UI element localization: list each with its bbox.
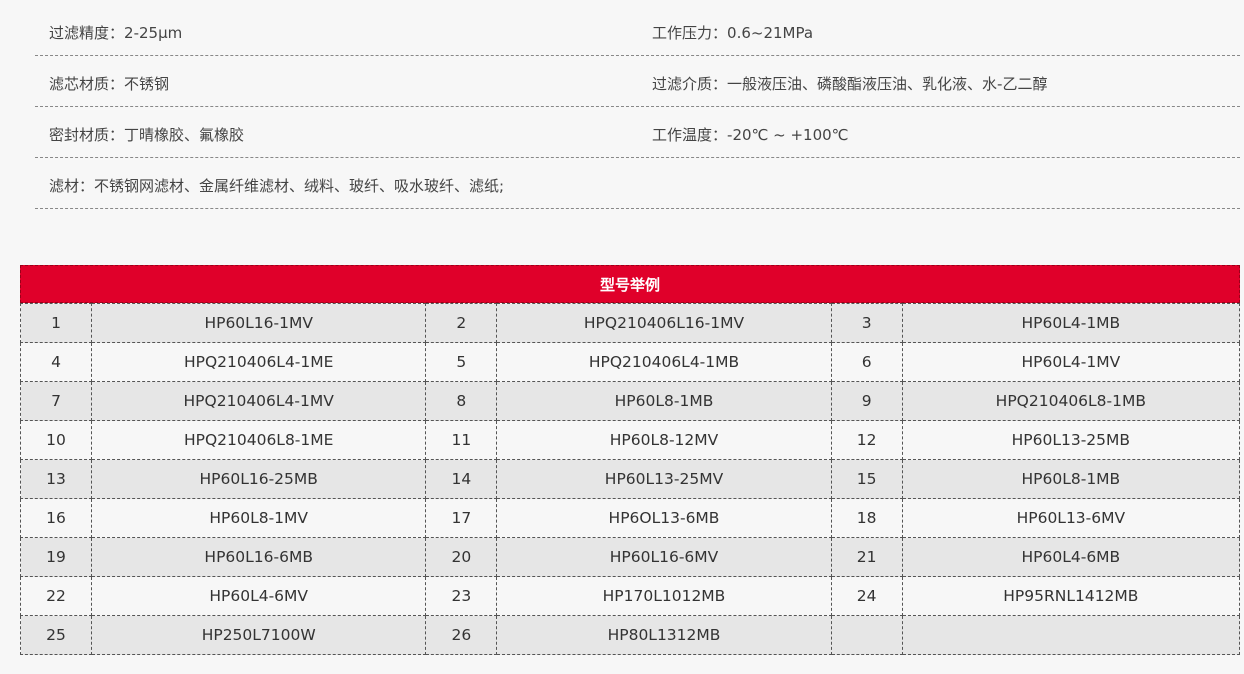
model-name-cell: HP80L1312MB [496,615,832,655]
model-name-cell: HP60L4-6MV [91,576,427,616]
model-name-cell: HPQ210406L8-1MB [901,381,1241,421]
model-name-cell: HP60L8-1MV [91,498,427,538]
spec-label: 过滤介质 [652,75,713,93]
model-name-cell: HP60L16-1MV [91,303,427,343]
spec-row: 滤芯材质：不锈钢 过滤介质：一般液压油、磷酸酯液压油、乳化液、水-乙二醇 [35,56,1240,107]
model-name-cell: HPQ210406L8-1ME [91,420,427,460]
model-number-cell: 1 [19,303,93,343]
model-number-cell: 15 [830,459,903,499]
spec-filter-medium: 过滤介质：一般液压油、磷酸酯液压油、乳化液、水-乙二醇 [652,73,1047,94]
spec-value: 2-25μm [124,24,183,42]
table-row: 1 HP60L16-1MV 2 HPQ210406L16-1MV 3 HP60L4-1MB [19,303,1241,343]
spec-label: 工作温度 [652,126,713,144]
spec-separator: ： [712,126,728,144]
model-number-cell: 4 [19,342,93,382]
table-row: 13 HP60L16-25MB 14 HP60L13-25MV 15 HP60L8-1MB [19,459,1241,499]
model-number-cell: 10 [19,420,93,460]
table-row: 16 HP60L8-1MV 17 HP6OL13-6MB 18 HP60L13-6MV [19,498,1241,538]
model-name-cell: HP60L4-1MB [901,303,1241,343]
model-number-cell: 26 [425,615,498,655]
table-row: 10 HPQ210406L8-1ME 11 HP60L8-12MV 12 HP60L13-… [19,420,1241,460]
spec-value: 一般液压油、磷酸酯液压油、乳化液、水-乙二醇 [727,75,1048,93]
model-number-cell: 12 [830,420,903,460]
spec-value: -20℃ ~ +100℃ [727,126,849,144]
spec-seal-material: 密封材质：丁晴橡胶、氟橡胶 [49,124,244,145]
spec-label: 工作压力 [652,24,713,42]
model-number-cell: 21 [830,537,903,577]
spec-value: 丁晴橡胶、氟橡胶 [124,126,245,144]
spec-filter-precision: 过滤精度：2-25μm [49,22,182,43]
model-name-cell: HP60L16-6MV [496,537,832,577]
model-number-cell: 9 [830,381,903,421]
model-number-cell: 20 [425,537,498,577]
table-row: 25 HP250L7100W 26 HP80L1312MB [19,615,1241,655]
table-row: 7 HPQ210406L4-1MV 8 HP60L8-1MB 9 HPQ210406L8-… [19,381,1241,421]
model-name-cell: HP60L4-6MB [901,537,1241,577]
spec-row: 过滤精度：2-25μm 工作压力：0.6~21MPa [35,5,1240,56]
models-title: 型号举例 [20,265,1240,303]
model-number-cell: 3 [830,303,903,343]
model-name-cell [901,615,1241,655]
model-name-cell: HP60L13-25MB [901,420,1241,460]
model-name-cell: HP60L13-6MV [901,498,1241,538]
model-number-cell: 14 [425,459,498,499]
model-name-cell: HP60L8-12MV [496,420,832,460]
model-number-cell: 16 [19,498,93,538]
spec-label: 滤芯材质 [49,75,110,93]
spec-element-material: 滤芯材质：不锈钢 [49,73,169,94]
model-name-cell: HP60L13-25MV [496,459,832,499]
model-number-cell: 23 [425,576,498,616]
model-number-cell: 5 [425,342,498,382]
model-number-cell: 17 [425,498,498,538]
model-name-cell: HP60L8-1MB [901,459,1241,499]
spec-label: 密封材质 [49,126,110,144]
model-name-cell: HP170L1012MB [496,576,832,616]
model-name-cell: HP95RNL1412MB [901,576,1241,616]
model-name-cell: HPQ210406L4-1MB [496,342,832,382]
model-number-cell: 24 [830,576,903,616]
table-row: 19 HP60L16-6MB 20 HP60L16-6MV 21 HP60L4-6MB [19,537,1241,577]
model-number-cell: 6 [830,342,903,382]
model-number-cell: 8 [425,381,498,421]
spec-value: 不锈钢网滤材、金属纤维滤材、绒料、玻纤、吸水玻纤、滤纸; [94,177,505,195]
model-name-cell: HP60L8-1MB [496,381,832,421]
spec-separator: ： [712,24,728,42]
spec-separator: ： [712,75,728,93]
spec-value: 不锈钢 [124,75,170,93]
model-name-cell: HPQ210406L4-1ME [91,342,427,382]
model-name-cell: HP60L4-1MV [901,342,1241,382]
table-row: 22 HP60L4-6MV 23 HP170L1012MB 24 HP95RNL1412M… [19,576,1241,616]
spec-value: 0.6~21MPa [727,24,814,42]
spec-separator: ： [79,177,95,195]
spec-separator: ： [109,126,125,144]
model-number-cell: 22 [19,576,93,616]
model-number-cell: 13 [19,459,93,499]
model-number-cell: 18 [830,498,903,538]
spec-label: 过滤精度 [49,24,110,42]
spec-filter-media: 滤材：不锈钢网滤材、金属纤维滤材、绒料、玻纤、吸水玻纤、滤纸; [49,175,504,196]
model-name-cell: HP60L16-6MB [91,537,427,577]
model-number-cell: 11 [425,420,498,460]
spec-row: 密封材质：丁晴橡胶、氟橡胶 工作温度：-20℃ ~ +100℃ [35,107,1240,158]
model-number-cell [830,615,903,655]
model-number-cell: 7 [19,381,93,421]
table-row: 4 HPQ210406L4-1ME 5 HPQ210406L4-1MB 6 HP60L4-… [19,342,1241,382]
spec-working-pressure: 工作压力：0.6~21MPa [652,22,813,43]
model-name-cell: HPQ210406L4-1MV [91,381,427,421]
spec-label: 滤材 [49,177,80,195]
model-name-cell: HPQ210406L16-1MV [496,303,832,343]
model-name-cell: HP60L16-25MB [91,459,427,499]
model-name-cell: HP6OL13-6MB [496,498,832,538]
spec-separator: ： [109,24,125,42]
model-number-cell: 2 [425,303,498,343]
spec-working-temperature: 工作温度：-20℃ ~ +100℃ [652,124,849,145]
spec-separator: ： [109,75,125,93]
model-number-cell: 19 [19,537,93,577]
spec-row: 滤材：不锈钢网滤材、金属纤维滤材、绒料、玻纤、吸水玻纤、滤纸; [35,158,1240,209]
spec-list: 过滤精度：2-25μm 工作压力：0.6~21MPa 滤芯材质：不锈钢 过滤介质… [35,5,1240,209]
model-name-cell: HP250L7100W [91,615,427,655]
models-table: 1 HP60L16-1MV 2 HPQ210406L16-1MV 3 HP60L4-1MB… [19,303,1241,655]
model-examples: 型号举例 1 HP60L16-1MV 2 HPQ210406L16-1MV 3 HP60L… [19,265,1241,655]
model-number-cell: 25 [19,615,93,655]
